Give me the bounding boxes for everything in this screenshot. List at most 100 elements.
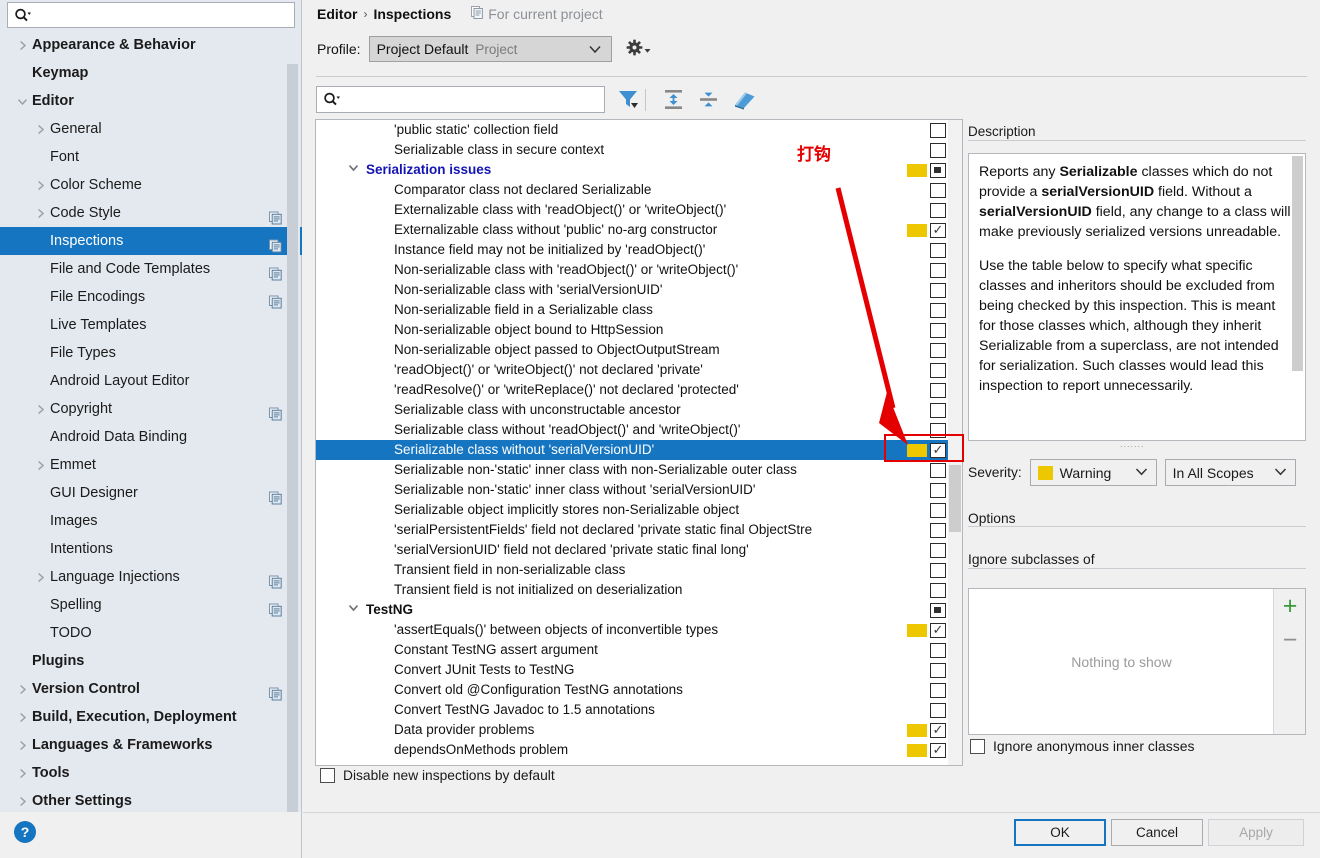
inspection-row[interactable]: 'readResolve()' or 'writeReplace()' not … — [316, 380, 962, 400]
inspection-row[interactable]: 'public static' collection field — [316, 120, 962, 140]
disable-new-inspections-row[interactable]: Disable new inspections by default — [320, 768, 555, 783]
chevron-down-icon[interactable] — [346, 600, 360, 620]
inspection-enabled-checkbox[interactable] — [930, 283, 946, 298]
chevron-right-icon[interactable] — [32, 460, 48, 471]
sidebar-item-keymap[interactable]: Keymap — [0, 59, 302, 87]
chevron-down-icon[interactable] — [14, 96, 30, 107]
sidebar-item-editor[interactable]: Editor — [0, 87, 302, 115]
ok-button[interactable]: OK — [1014, 819, 1106, 846]
profile-settings-button[interactable] — [626, 39, 651, 59]
inspection-enabled-checkbox[interactable] — [930, 683, 946, 698]
inspection-enabled-checkbox[interactable] — [930, 603, 946, 618]
inspection-enabled-checkbox[interactable] — [930, 183, 946, 198]
inspection-enabled-checkbox[interactable] — [930, 123, 946, 138]
expand-all-icon[interactable] — [661, 87, 686, 115]
sidebar-item-tools[interactable]: Tools — [0, 759, 302, 787]
eraser-icon[interactable] — [732, 87, 757, 115]
inspection-row[interactable]: Data provider problems ✓ — [316, 720, 962, 740]
inspection-row[interactable]: Non-serializable object bound to HttpSes… — [316, 320, 962, 340]
sidebar-item-gui-designer[interactable]: GUI Designer — [0, 479, 302, 507]
inspection-group-row[interactable]: TestNG — [316, 600, 962, 620]
sidebar-item-file-encodings[interactable]: File Encodings — [0, 283, 302, 311]
inspection-enabled-checkbox[interactable]: ✓ — [930, 742, 946, 758]
help-icon[interactable]: ? — [14, 821, 36, 843]
severity-swatch[interactable] — [907, 624, 927, 637]
inspection-enabled-checkbox[interactable] — [930, 363, 946, 378]
sidebar-search-field[interactable] — [7, 2, 295, 28]
inspection-row[interactable]: Convert TestNG Javadoc to 1.5 annotation… — [316, 700, 962, 720]
inspections-tree[interactable]: 'public static' collection field Serializ… — [316, 120, 962, 760]
inspection-enabled-checkbox[interactable] — [930, 463, 946, 478]
sidebar-search-input[interactable] — [31, 6, 271, 24]
apply-button[interactable]: Apply — [1208, 819, 1304, 846]
breadcrumb-root[interactable]: Editor — [317, 6, 357, 22]
inspection-row[interactable]: Non-serializable class with 'serialVersi… — [316, 280, 962, 300]
chevron-right-icon[interactable] — [14, 796, 30, 807]
inspection-enabled-checkbox[interactable] — [930, 663, 946, 678]
inspection-enabled-checkbox[interactable] — [930, 263, 946, 278]
sidebar-item-todo[interactable]: TODO — [0, 619, 302, 647]
inspection-row[interactable]: Serializable non-'static' inner class wi… — [316, 460, 962, 480]
inspection-row[interactable]: Non-serializable class with 'readObject(… — [316, 260, 962, 280]
inspection-enabled-checkbox[interactable] — [930, 163, 946, 178]
sidebar-item-live-templates[interactable]: Live Templates — [0, 311, 302, 339]
inspection-enabled-checkbox[interactable] — [930, 143, 946, 158]
inspection-enabled-checkbox[interactable] — [930, 503, 946, 518]
inspection-enabled-checkbox[interactable] — [930, 243, 946, 258]
inspection-row[interactable]: Serializable class with unconstructable … — [316, 400, 962, 420]
sidebar-item-inspections[interactable]: Inspections — [0, 227, 302, 255]
chevron-right-icon[interactable] — [14, 40, 30, 51]
tree-scrollbar-thumb[interactable] — [949, 465, 961, 532]
severity-swatch[interactable] — [907, 224, 927, 237]
inspection-enabled-checkbox[interactable] — [930, 323, 946, 338]
sidebar-item-android-layout-editor[interactable]: Android Layout Editor — [0, 367, 302, 395]
inspection-row[interactable]: Transient field in non-serializable clas… — [316, 560, 962, 580]
inspection-enabled-checkbox[interactable]: ✓ — [930, 722, 946, 738]
sidebar-item-android-data-binding[interactable]: Android Data Binding — [0, 423, 302, 451]
inspection-row[interactable]: dependsOnMethods problem ✓ — [316, 740, 962, 760]
inspection-row[interactable]: 'assertEquals()' between objects of inco… — [316, 620, 962, 640]
severity-swatch[interactable] — [907, 164, 927, 177]
chevron-right-icon[interactable] — [32, 124, 48, 135]
description-scrollbar-thumb[interactable] — [1292, 156, 1303, 371]
inspection-row[interactable]: Instance field may not be initialized by… — [316, 240, 962, 260]
inspection-enabled-checkbox[interactable] — [930, 543, 946, 558]
sidebar-item-file-types[interactable]: File Types — [0, 339, 302, 367]
sidebar-scrollbar-thumb[interactable] — [287, 64, 298, 834]
inspection-row[interactable]: Convert old @Configuration TestNG annota… — [316, 680, 962, 700]
chevron-right-icon[interactable] — [14, 712, 30, 723]
inspection-enabled-checkbox[interactable] — [930, 563, 946, 578]
inspection-row[interactable]: Convert JUnit Tests to TestNG — [316, 660, 962, 680]
inspection-enabled-checkbox[interactable] — [930, 343, 946, 358]
inspection-row[interactable]: Serializable class without 'serialVersio… — [316, 440, 962, 460]
scope-select[interactable]: In All Scopes — [1164, 459, 1296, 486]
inspection-enabled-checkbox[interactable]: ✓ — [930, 222, 946, 238]
sidebar-item-font[interactable]: Font — [0, 143, 302, 171]
sidebar-item-color-scheme[interactable]: Color Scheme — [0, 171, 302, 199]
inspection-enabled-checkbox[interactable]: ✓ — [930, 622, 946, 638]
sidebar-item-plugins[interactable]: Plugins — [0, 647, 302, 675]
sidebar-item-intentions[interactable]: Intentions — [0, 535, 302, 563]
sidebar-item-version-control[interactable]: Version Control — [0, 675, 302, 703]
sidebar-item-other-settings[interactable]: Other Settings — [0, 787, 302, 812]
ignore-subclasses-list[interactable]: Nothing to show — [969, 589, 1274, 734]
inspection-filter-input[interactable] — [340, 91, 585, 108]
chevron-right-icon[interactable] — [14, 684, 30, 695]
inspection-enabled-checkbox[interactable] — [930, 483, 946, 498]
inspection-enabled-checkbox[interactable] — [930, 403, 946, 418]
add-class-button[interactable]: + — [1274, 589, 1306, 623]
ignore-anonymous-checkbox[interactable] — [970, 738, 985, 754]
chevron-right-icon[interactable] — [32, 572, 48, 583]
sidebar-item-spelling[interactable]: Spelling — [0, 591, 302, 619]
chevron-right-icon[interactable] — [32, 180, 48, 191]
inspection-row[interactable]: 'serialVersionUID' field not declared 'p… — [316, 540, 962, 560]
inspection-row[interactable]: Comparator class not declared Serializab… — [316, 180, 962, 200]
inspection-row[interactable]: Serializable class without 'readObject()… — [316, 420, 962, 440]
inspection-enabled-checkbox[interactable] — [930, 583, 946, 598]
chevron-down-icon[interactable] — [346, 160, 360, 180]
sidebar-tree[interactable]: Appearance & Behavior Keymap Editor General… — [0, 31, 302, 812]
inspection-enabled-checkbox[interactable] — [930, 523, 946, 538]
inspection-row[interactable]: Constant TestNG assert argument — [316, 640, 962, 660]
inspection-filter-field[interactable] — [316, 86, 605, 113]
sidebar-item-languages-frameworks[interactable]: Languages & Frameworks — [0, 731, 302, 759]
